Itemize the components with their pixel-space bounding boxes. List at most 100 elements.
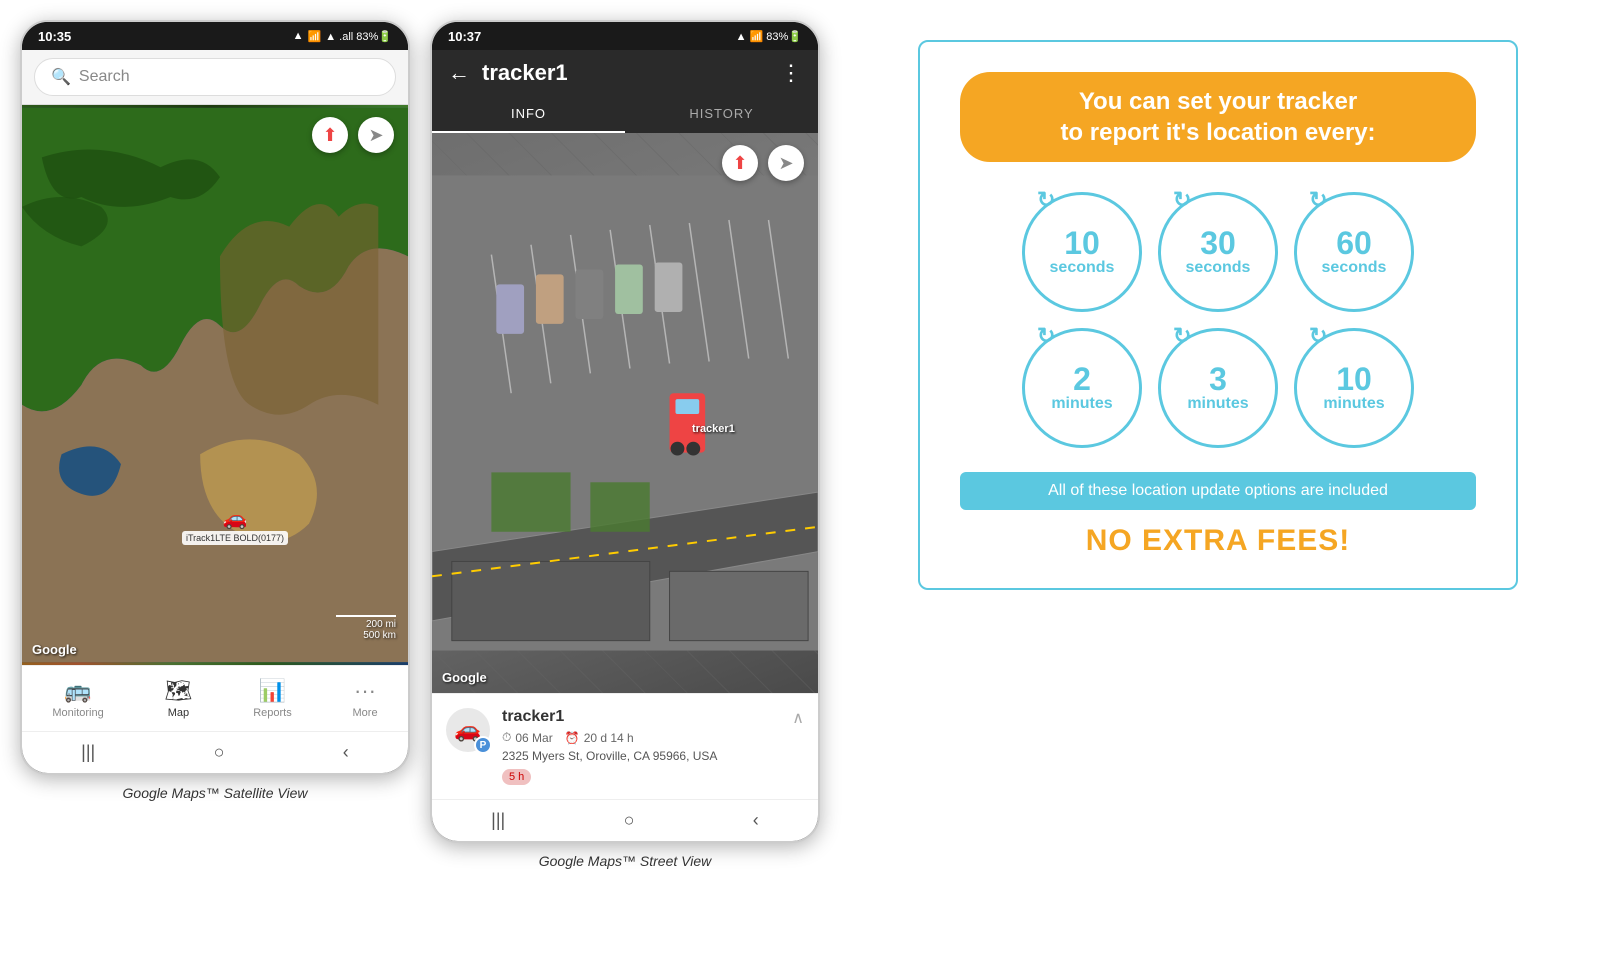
app-title: tracker1 xyxy=(482,60,768,86)
street-map-svg xyxy=(432,133,818,693)
navigate-button-2[interactable]: ➤ xyxy=(768,145,804,181)
tab-history[interactable]: HISTORY xyxy=(625,96,818,133)
status-bar-1: 10:35 ▲ 📶 ▲ .all 83%🔋 xyxy=(22,22,408,50)
interval-unit-3m: minutes xyxy=(1187,395,1248,413)
caption-1: Google Maps™ Satellite View xyxy=(20,785,410,801)
tracker-car-icon-1: 🚗 xyxy=(223,506,248,531)
info-card-headline: You can set your trackerto report it's l… xyxy=(960,72,1476,162)
interval-60s: 60 seconds xyxy=(1294,192,1414,312)
nav-monitoring[interactable]: 🚌 Monitoring xyxy=(42,674,113,723)
header-menu-button[interactable]: ⋮ xyxy=(780,60,802,86)
info-time-badge: 5 h xyxy=(502,769,531,785)
reports-icon: 📊 xyxy=(259,678,286,704)
interval-2m: 2 minutes xyxy=(1022,328,1142,448)
info-duration-item: ⏰ 20 d 14 h xyxy=(565,731,634,745)
interval-number-10m: 10 xyxy=(1336,363,1372,395)
scale-bar-1 xyxy=(336,615,396,617)
interval-10m: 10 minutes xyxy=(1294,328,1414,448)
interval-number-60s: 60 xyxy=(1336,227,1372,259)
signal-icon-2: ▲ 📶 83%🔋 xyxy=(736,30,802,43)
search-input[interactable]: 🔍 Search xyxy=(34,58,396,96)
compass-button-2[interactable]: ⬆ xyxy=(722,145,758,181)
back-button[interactable]: ← xyxy=(448,60,470,86)
info-date: 06 Mar xyxy=(515,731,552,745)
satellite-map[interactable]: ⬆ ➤ 🚗 iTrack1LTE BOLD(0177) Google 200 m… xyxy=(22,105,408,665)
sys-back-btn-1[interactable]: ‹ xyxy=(343,742,349,763)
parking-badge: P xyxy=(474,736,492,754)
interval-unit-60s: seconds xyxy=(1322,259,1387,277)
sys-menu-btn-2[interactable]: ||| xyxy=(491,810,505,831)
headline-text: You can set your trackerto report it's l… xyxy=(1060,88,1375,146)
sys-nav-2: ||| ○ ‹ xyxy=(432,799,818,841)
info-meta: ⏱ 06 Mar ⏰ 20 d 14 h xyxy=(502,730,780,745)
interval-unit-10m: minutes xyxy=(1323,395,1384,413)
signal-icon-1: ▲ xyxy=(293,30,304,42)
interval-unit-30s: seconds xyxy=(1186,259,1251,277)
status-icons-1: ▲ 📶 ▲ .all 83%🔋 xyxy=(293,30,392,43)
satellite-map-bg: ⬆ ➤ 🚗 iTrack1LTE BOLD(0177) Google 200 m… xyxy=(22,105,408,665)
street-map[interactable]: tracker1 ⬆ ➤ Google xyxy=(432,133,818,693)
caption-2: Google Maps™ Street View xyxy=(430,853,820,869)
info-section: You can set your trackerto report it's l… xyxy=(840,20,1596,610)
duration-icon: ⏰ xyxy=(565,731,580,745)
info-tracker-name: tracker1 xyxy=(502,708,780,726)
nav-reports[interactable]: 📊 Reports xyxy=(243,674,302,723)
phone1-wrapper: 10:35 ▲ 📶 ▲ .all 83%🔋 🔍 Search xyxy=(20,20,410,801)
tracker-avatar: 🚗 P xyxy=(446,708,490,752)
intervals-grid: 10 seconds 30 seconds 60 seconds 2 minut… xyxy=(960,192,1476,448)
navigate-icon-2: ➤ xyxy=(778,153,793,174)
search-placeholder: Search xyxy=(79,68,130,86)
no-fees-text: NO EXTRA FEES! xyxy=(960,524,1476,558)
included-banner: All of these location update options are… xyxy=(960,472,1476,510)
map-scale-1: 200 mi 500 km xyxy=(336,615,396,641)
nav-map[interactable]: 🗺 Map xyxy=(155,674,203,723)
interval-number-2m: 2 xyxy=(1073,363,1091,395)
phone2-wrapper: 10:37 ▲ 📶 83%🔋 ← tracker1 ⋮ INFO HISTORY xyxy=(430,20,820,869)
app-header: ← tracker1 ⋮ xyxy=(432,50,818,96)
monitoring-icon: 🚌 xyxy=(64,678,91,704)
compass-icon-1: ⬆ xyxy=(322,125,337,146)
nav-more[interactable]: ··· More xyxy=(343,674,388,723)
more-icon: ··· xyxy=(354,678,376,704)
nav-reports-label: Reports xyxy=(253,707,292,719)
sys-menu-btn-1[interactable]: ||| xyxy=(81,742,95,763)
navigate-button-1[interactable]: ➤ xyxy=(358,117,394,153)
sys-home-btn-2[interactable]: ○ xyxy=(624,810,635,831)
interval-unit-10s: seconds xyxy=(1050,259,1115,277)
status-icons-2: ▲ 📶 83%🔋 xyxy=(736,30,802,43)
wifi-icon-1: 📶 xyxy=(308,30,322,43)
compass-icon-2: ⬆ xyxy=(732,153,747,174)
scale-200mi: 200 mi xyxy=(366,619,396,630)
interval-30s: 30 seconds xyxy=(1158,192,1278,312)
phone1: 10:35 ▲ 📶 ▲ .all 83%🔋 🔍 Search xyxy=(20,20,410,775)
navigate-icon-1: ➤ xyxy=(368,125,383,146)
interval-3m: 3 minutes xyxy=(1158,328,1278,448)
status-time-2: 10:37 xyxy=(448,29,481,44)
info-content: tracker1 ⏱ 06 Mar ⏰ 20 d 14 h 2325 Myers… xyxy=(502,708,780,785)
interval-number-10s: 10 xyxy=(1064,227,1100,259)
search-icon: 🔍 xyxy=(51,67,71,87)
nav-map-label: Map xyxy=(168,707,189,719)
tracker-label-1: iTrack1LTE BOLD(0177) xyxy=(182,531,288,545)
phone2: 10:37 ▲ 📶 83%🔋 ← tracker1 ⋮ INFO HISTORY xyxy=(430,20,820,843)
scale-500km: 500 km xyxy=(363,630,396,641)
info-panel: 🚗 P tracker1 ⏱ 06 Mar ⏰ 20 d 14 h xyxy=(432,693,818,799)
sys-back-btn-2[interactable]: ‹ xyxy=(753,810,759,831)
status-bar-2: 10:37 ▲ 📶 83%🔋 xyxy=(432,22,818,50)
tracker-label-2: tracker1 xyxy=(692,423,735,435)
bottom-nav-1: 🚌 Monitoring 🗺 Map 📊 Reports ··· More xyxy=(22,665,408,731)
info-duration: 20 d 14 h xyxy=(584,731,634,745)
map-svg xyxy=(22,105,408,665)
google-label-2: Google xyxy=(442,670,487,685)
info-card: You can set your trackerto report it's l… xyxy=(918,40,1518,590)
tracker-pin-1[interactable]: 🚗 iTrack1LTE BOLD(0177) xyxy=(182,506,288,545)
interval-number-30s: 30 xyxy=(1200,227,1236,259)
sys-home-btn-1[interactable]: ○ xyxy=(214,742,225,763)
app-tabs: INFO HISTORY xyxy=(432,96,818,133)
search-bar[interactable]: 🔍 Search xyxy=(22,50,408,105)
street-map-bg: tracker1 ⬆ ➤ Google xyxy=(432,133,818,693)
tab-info[interactable]: INFO xyxy=(432,96,625,133)
compass-button-1[interactable]: ⬆ xyxy=(312,117,348,153)
expand-arrow[interactable]: ∧ xyxy=(792,708,804,728)
info-row: 🚗 P tracker1 ⏱ 06 Mar ⏰ 20 d 14 h xyxy=(446,708,804,785)
